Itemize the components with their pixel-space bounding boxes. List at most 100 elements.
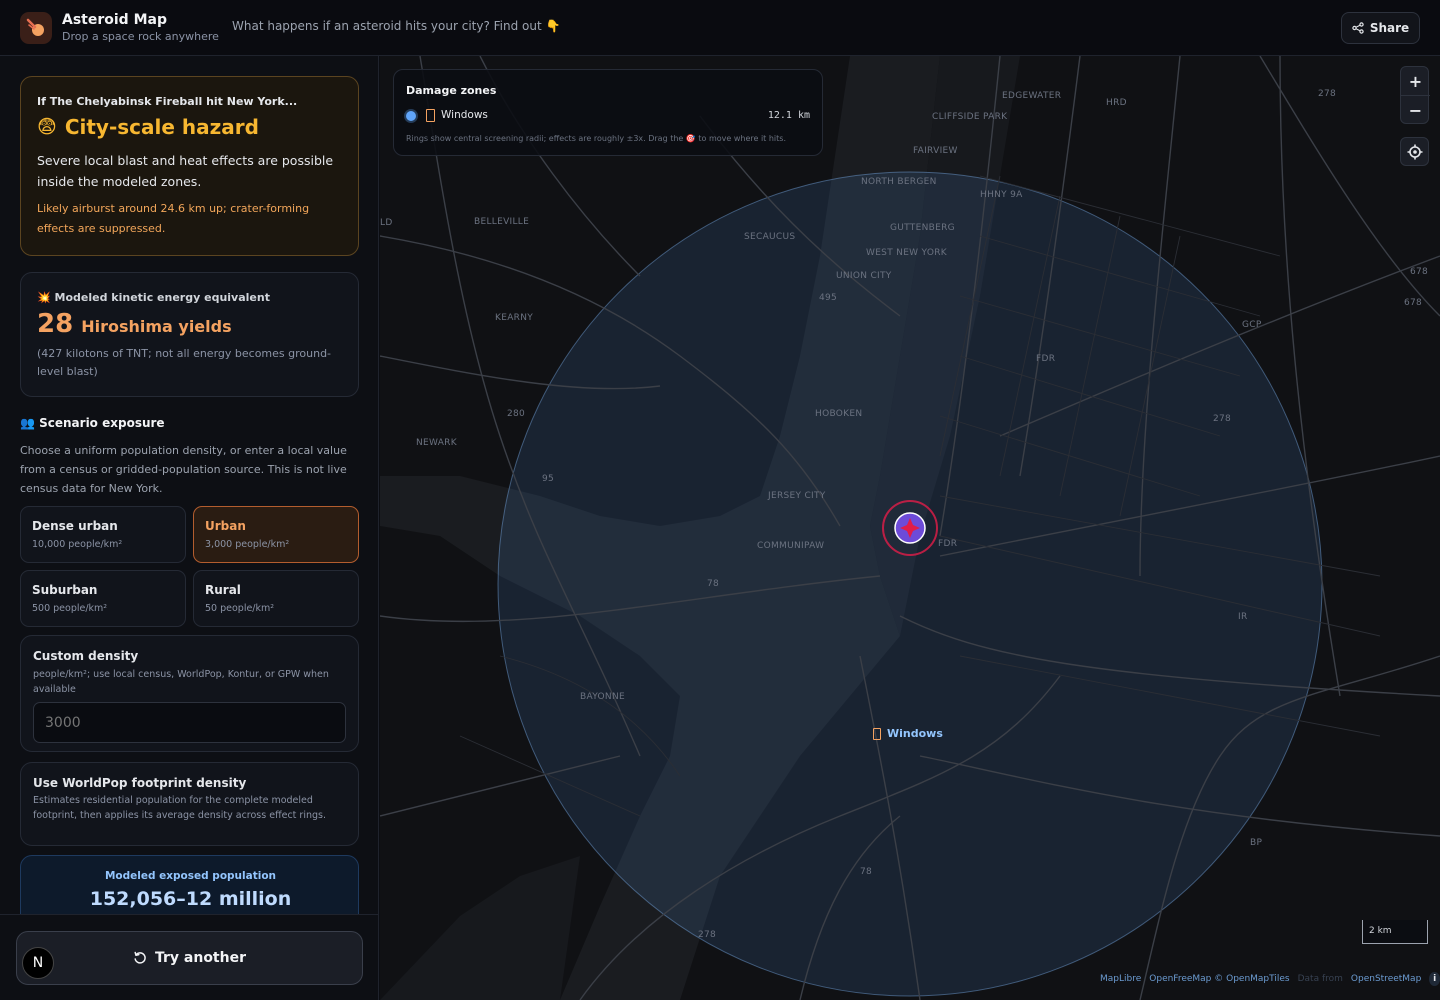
energy-note: (427 kilotons of TNT; not all energy bec… bbox=[37, 347, 332, 378]
window-icon bbox=[426, 109, 435, 122]
energy-card: 💥 Modeled kinetic energy equivalent 28 H… bbox=[20, 272, 359, 397]
place-label: HRD bbox=[1106, 98, 1127, 108]
place-label: HHNY 9A bbox=[980, 190, 1023, 200]
zone-distance: 12.1 km bbox=[767, 110, 810, 121]
density-option-label: Rural bbox=[205, 583, 241, 597]
hazard-note: Likely airburst around 24.6 km up; crate… bbox=[37, 202, 310, 235]
hazard-kicker: If The Chelyabinsk Fireball hit New York… bbox=[37, 95, 298, 108]
exposure-heading: 👥 Scenario exposure bbox=[20, 416, 165, 430]
road-label: 278 bbox=[1213, 414, 1232, 424]
app-header: Asteroid Map Drop a space rock anywhere … bbox=[0, 0, 1440, 56]
place-label: WEST NEW YORK bbox=[866, 248, 947, 258]
place-label: BELLEVILLE bbox=[474, 217, 530, 227]
zone-map-label: Windows bbox=[873, 727, 943, 740]
zone-map-label-text: Windows bbox=[887, 727, 943, 740]
damage-zones-title: Damage zones bbox=[406, 84, 497, 97]
header-tagline: What happens if an asteroid hits your ci… bbox=[232, 19, 561, 33]
hazard-title: City-scale hazard bbox=[64, 115, 259, 139]
worldpop-help: Estimates residential population for the… bbox=[33, 795, 326, 821]
place-label: LD bbox=[380, 218, 393, 228]
damage-zones-panel: Damage zones Windows 12.1 km Rings show … bbox=[393, 69, 823, 156]
hazard-title-row: 😨 City-scale hazard bbox=[37, 115, 259, 139]
share-label: Share bbox=[1369, 21, 1410, 35]
damage-zones-note: Rings show central screening radii; effe… bbox=[406, 134, 786, 143]
place-label: EDGEWATER bbox=[1002, 91, 1062, 101]
road-label: 495 bbox=[819, 293, 838, 303]
density-option-value: 10,000 people/km² bbox=[32, 539, 123, 550]
try-another-button[interactable]: Try another bbox=[16, 931, 363, 985]
hazard-description: Severe local blast and heat effects are … bbox=[37, 153, 334, 189]
worldpop-title: Use WorldPop footprint density bbox=[33, 776, 247, 790]
asteroid-logo-icon[interactable] bbox=[20, 12, 52, 44]
geolocate-button[interactable] bbox=[1400, 137, 1429, 166]
road-label: GCP bbox=[1242, 320, 1262, 330]
density-rural-button[interactable]: Rural 50 people/km² bbox=[193, 570, 359, 627]
place-label: UNION CITY bbox=[836, 271, 892, 281]
fearful-face-icon: 😨 bbox=[37, 116, 57, 138]
place-label: BAYONNE bbox=[580, 692, 625, 702]
density-option-value: 3,000 people/km² bbox=[205, 539, 290, 550]
map-attribution: MapLibre OpenFreeMap © OpenMapTiles Data… bbox=[1100, 970, 1440, 988]
density-suburban-button[interactable]: Suburban 500 people/km² bbox=[20, 570, 186, 627]
sidebar: If The Chelyabinsk Fireball hit New York… bbox=[0, 56, 379, 1000]
zoom-controls: + − bbox=[1400, 66, 1430, 125]
map-scale: 2 km bbox=[1362, 920, 1428, 944]
window-icon bbox=[873, 727, 881, 740]
density-dense-urban-button[interactable]: Dense urban 10,000 people/km² bbox=[20, 506, 186, 563]
road-label: 278 bbox=[1318, 89, 1337, 99]
place-label: CLIFFSIDE PARK bbox=[932, 112, 1008, 122]
attribution-link[interactable]: OpenStreetMap bbox=[1351, 974, 1421, 984]
place-label: NEWARK bbox=[416, 438, 457, 448]
exposed-population-label: Modeled exposed population bbox=[104, 870, 277, 882]
density-urban-button[interactable]: Urban 3,000 people/km² bbox=[193, 506, 359, 563]
custom-density-card: Custom density people/km²; use local cen… bbox=[20, 635, 359, 752]
sidebar-footer: Try another N bbox=[0, 914, 378, 1000]
zone-name: Windows bbox=[441, 109, 488, 121]
attribution-text: Data from bbox=[1297, 974, 1343, 984]
try-another-label: Try another bbox=[154, 950, 246, 966]
road-label: FDR bbox=[938, 539, 958, 549]
road-label: 78 bbox=[860, 867, 873, 877]
road-label: 78 bbox=[707, 579, 720, 589]
crosshair-icon bbox=[1407, 144, 1422, 159]
place-label: JERSEY CITY bbox=[768, 491, 826, 501]
share-button[interactable]: Share bbox=[1341, 12, 1420, 44]
density-option-label: Urban bbox=[205, 519, 246, 533]
zone-color-dot bbox=[406, 111, 416, 121]
place-label: KEARNY bbox=[495, 313, 534, 323]
density-option-label: Dense urban bbox=[32, 519, 118, 533]
zoom-in-button[interactable]: + bbox=[1401, 67, 1430, 96]
road-label: 95 bbox=[542, 474, 555, 484]
worldpop-toggle-card[interactable]: Use WorldPop footprint density Estimates… bbox=[20, 762, 359, 846]
app-title: Asteroid Map bbox=[62, 12, 167, 28]
road-label: 280 bbox=[507, 409, 526, 419]
place-label: COMMUNIPAW bbox=[757, 541, 825, 551]
road-label: FDR bbox=[1036, 354, 1056, 364]
density-option-value: 50 people/km² bbox=[205, 603, 275, 614]
custom-density-help: people/km²; use local census, WorldPop, … bbox=[33, 669, 329, 695]
custom-density-title: Custom density bbox=[33, 649, 139, 663]
place-label: HOBOKEN bbox=[815, 409, 863, 419]
map-canvas[interactable]: EDGEWATER CLIFFSIDE PARK FAIRVIEW NORTH … bbox=[380, 56, 1440, 1000]
energy-value-row: 28 Hiroshima yields bbox=[37, 309, 232, 339]
attribution-link[interactable]: MapLibre bbox=[1100, 974, 1141, 984]
road-label: IR bbox=[1238, 612, 1248, 622]
place-label: SECAUCUS bbox=[744, 232, 796, 242]
attribution-link[interactable]: OpenFreeMap © OpenMapTiles bbox=[1149, 974, 1289, 984]
app-subtitle: Drop a space rock anywhere bbox=[62, 30, 219, 43]
n-badge[interactable]: N bbox=[22, 947, 54, 979]
info-icon[interactable]: i bbox=[1429, 972, 1440, 986]
energy-value: 28 bbox=[37, 309, 74, 339]
energy-unit: Hiroshima yields bbox=[81, 317, 232, 336]
road-label: 678 bbox=[1404, 298, 1423, 308]
refresh-icon bbox=[134, 951, 146, 964]
place-label: NORTH BERGEN bbox=[861, 177, 937, 187]
density-option-label: Suburban bbox=[32, 583, 98, 597]
hazard-card: If The Chelyabinsk Fireball hit New York… bbox=[20, 76, 359, 256]
zoom-out-button[interactable]: − bbox=[1401, 96, 1430, 125]
map-base-svg bbox=[380, 56, 1440, 1000]
custom-density-input[interactable] bbox=[33, 702, 346, 743]
share-icon bbox=[1352, 22, 1364, 34]
road-label: BP bbox=[1250, 838, 1263, 848]
density-option-value: 500 people/km² bbox=[32, 603, 108, 614]
